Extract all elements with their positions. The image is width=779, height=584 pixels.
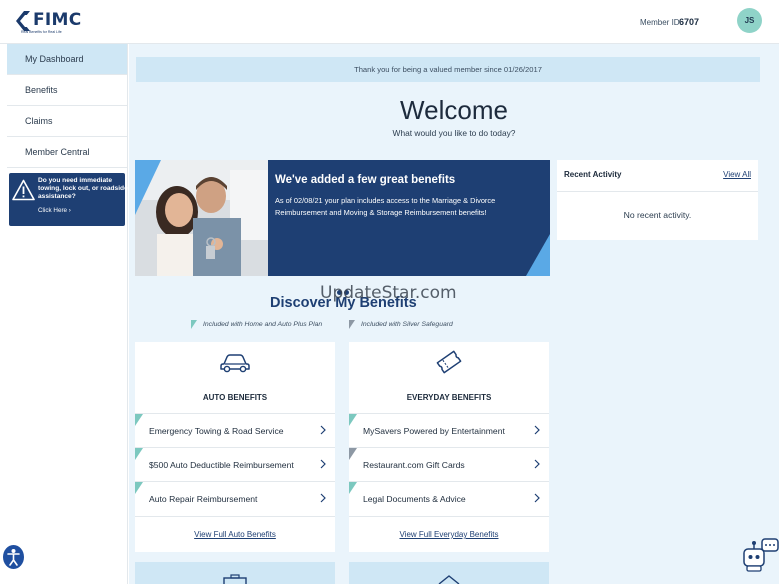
car-icon [220, 354, 250, 373]
plan-note-text: Included with Silver Safeguard [361, 321, 453, 328]
watermark-text: UpdateStar.com [320, 283, 457, 303]
welcome-title: Welcome [400, 95, 508, 125]
fimc-logo[interactable]: FIMC Real Benefits for Real Life [16, 10, 82, 34]
card-title: AUTO BENEFITS [202, 393, 268, 402]
roadside-assistance-callout[interactable]: Do you need immediate towing, lock out, … [9, 173, 128, 226]
gray-flag-icon [349, 320, 355, 329]
benefit-row-restaurant-gift-cards[interactable]: Restaurant.com Gift Cards [349, 447, 549, 481]
accessibility-button[interactable] [3, 545, 24, 569]
home-icon [438, 575, 460, 584]
card-icon-wrap [349, 348, 549, 376]
sidebar-item-claims[interactable]: Claims [7, 106, 127, 137]
card-icon-wrap [135, 348, 335, 376]
teal-flag-icon [349, 482, 357, 494]
member-since-banner: Thank you for being a valued member sinc… [136, 57, 760, 82]
recent-activity-view-all-link[interactable]: View All [723, 170, 751, 179]
logo-mark-icon [16, 11, 30, 31]
teal-flag-icon [191, 320, 197, 329]
promo-body: As of 02/08/21 your plan includes access… [275, 196, 496, 217]
view-full-auto-benefits-link[interactable]: View Full Auto Benefits [135, 516, 335, 552]
benefits-card-partial[interactable] [349, 562, 549, 584]
accessibility-icon [7, 549, 20, 566]
sidebar-item-member-central[interactable]: Member Central [7, 137, 127, 168]
briefcase-icon [223, 574, 247, 584]
recent-activity-title: Recent Activity [564, 170, 622, 179]
benefit-row-emergency-towing[interactable]: Emergency Towing & Road Service [135, 413, 335, 447]
promo-corner-accent [526, 234, 550, 276]
benefit-row-label: Emergency Towing & Road Service [149, 425, 284, 436]
ticket-icon [436, 350, 462, 374]
member-id-value: 6707 [679, 17, 700, 27]
plan-note-home-auto: Included with Home and Auto Plus Plan [191, 320, 322, 329]
new-benefits-promo[interactable]: We've added a few great benefits As of 0… [135, 160, 550, 276]
plan-note-text: Included with Home and Auto Plus Plan [203, 321, 323, 328]
benefit-row-auto-repair[interactable]: Auto Repair Reimbursement [135, 481, 335, 515]
chatbot-button[interactable] [741, 535, 779, 573]
chatbot-robot-icon [743, 538, 779, 572]
plan-note-silver: Included with Silver Safeguard [349, 320, 453, 329]
warning-icon [12, 179, 35, 201]
logo-tagline: Real Benefits for Real Life [21, 30, 62, 34]
teal-flag-icon [349, 414, 357, 426]
chevron-right-icon [534, 425, 540, 435]
teal-flag-icon [135, 414, 143, 426]
member-id-label: Member ID [640, 18, 680, 27]
roadside-assistance-text: Do you need immediate towing, lock out, … [38, 177, 128, 201]
benefits-card-partial[interactable] [135, 562, 335, 584]
auto-benefits-card: AUTO BENEFITS Emergency Towing & Road Se… [135, 342, 335, 552]
benefit-row-label: Auto Repair Reimbursement [149, 493, 258, 504]
chevron-right-icon [320, 425, 326, 435]
view-full-everyday-benefits-link[interactable]: View Full Everyday Benefits [349, 516, 549, 552]
logo-text: FIMC [33, 10, 82, 30]
main-content: Thank you for being a valued member sinc… [129, 44, 779, 584]
benefit-row-label: Restaurant.com Gift Cards [363, 459, 465, 470]
recent-activity-empty: No recent activity. [623, 210, 692, 220]
benefit-row-mysavers[interactable]: MySavers Powered by Entertainment [349, 413, 549, 447]
chevron-right-icon [534, 493, 540, 503]
benefit-row-legal-documents[interactable]: Legal Documents & Advice [349, 481, 549, 515]
teal-flag-icon [135, 448, 143, 460]
chevron-right-icon [534, 459, 540, 469]
roadside-click-here-link[interactable]: Click Here › [38, 207, 71, 214]
chevron-right-icon [320, 493, 326, 503]
benefit-row-label: MySavers Powered by Entertainment [363, 425, 505, 436]
benefit-row-auto-deductible[interactable]: $500 Auto Deductible Reimbursement [135, 447, 335, 481]
promo-title: We've added a few great benefits [275, 174, 456, 186]
teal-flag-icon [135, 482, 143, 494]
chevron-right-icon [320, 459, 326, 469]
card-title: EVERYDAY BENEFITS [406, 393, 492, 402]
benefit-row-label: $500 Auto Deductible Reimbursement [149, 459, 294, 470]
top-header: FIMC Real Benefits for Real Life Member … [0, 0, 779, 44]
gray-flag-icon [349, 448, 357, 460]
everyday-benefits-card: EVERYDAY BENEFITS MySavers Powered by En… [349, 342, 549, 552]
benefit-row-label: Legal Documents & Advice [363, 493, 466, 504]
recent-activity-panel: Recent Activity View All No recent activ… [557, 160, 758, 240]
sidebar: My Dashboard Benefits Claims Member Cent… [7, 44, 128, 584]
welcome-subtitle: What would you like to do today? [392, 128, 516, 138]
sidebar-item-benefits[interactable]: Benefits [7, 75, 127, 106]
couple-with-keys-photo [135, 160, 268, 276]
avatar[interactable]: JS [737, 8, 762, 33]
divider [557, 191, 758, 192]
sidebar-item-my-dashboard[interactable]: My Dashboard [7, 44, 127, 75]
